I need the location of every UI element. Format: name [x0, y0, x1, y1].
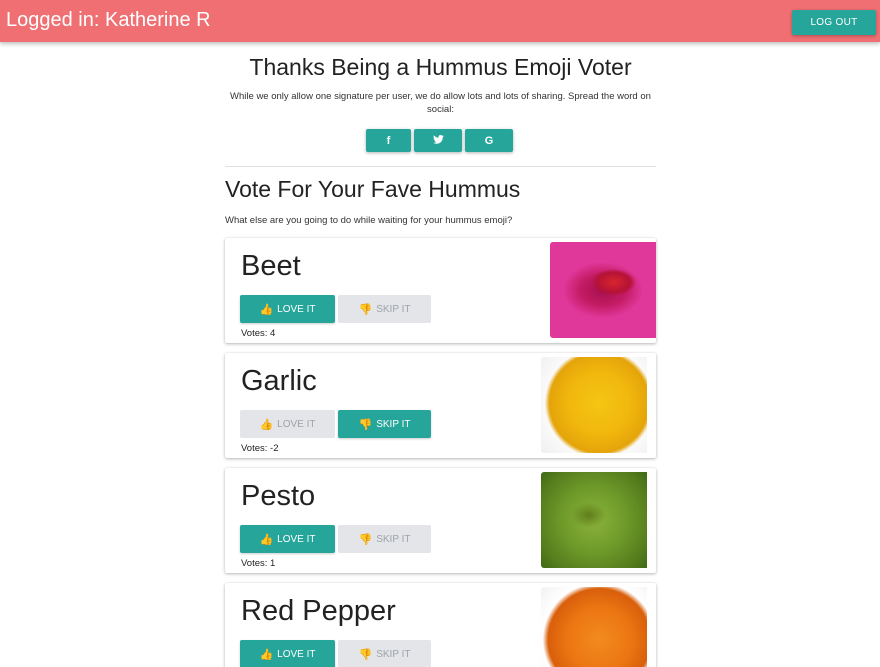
hummus-name: Garlic	[241, 365, 317, 397]
thumbs-up-icon: 👍	[259, 303, 274, 316]
hummus-name: Red Pepper	[241, 595, 396, 627]
thumbs-down-icon: 👎	[358, 648, 373, 661]
hummus-card-red-pepper: Red Pepper 👍 LOVE IT 👎 SKIP IT	[225, 583, 656, 667]
thumbs-up-icon: 👍	[259, 648, 274, 661]
vote-heading: Vote For Your Fave Hummus	[225, 176, 521, 202]
love-it-button[interactable]: 👍 LOVE IT	[240, 640, 335, 667]
hummus-card-beet: Beet 👍 LOVE IT 👎 SKIP IT Votes: 4	[225, 238, 656, 343]
hummus-name: Pesto	[241, 480, 316, 512]
hummus-card-garlic: Garlic 👍 LOVE IT 👎 SKIP IT Votes: -2	[225, 353, 656, 458]
skip-it-button[interactable]: 👎 SKIP IT	[338, 525, 431, 553]
love-it-label: LOVE IT	[277, 303, 316, 315]
love-it-label: LOVE IT	[277, 418, 316, 430]
skip-it-label: SKIP IT	[376, 303, 411, 315]
love-it-label: LOVE IT	[277, 533, 316, 545]
facebook-icon: f	[386, 134, 391, 147]
vote-count: Votes: 4	[241, 328, 276, 339]
thumbs-up-icon: 👍	[259, 418, 274, 431]
logout-button[interactable]: LOG OUT	[792, 10, 876, 35]
skip-it-button[interactable]: 👎 SKIP IT	[338, 410, 431, 438]
beet-hummus-image	[550, 242, 656, 338]
thumbs-down-icon: 👎	[358, 303, 373, 316]
garlic-hummus-image	[541, 357, 647, 453]
skip-it-button[interactable]: 👎 SKIP IT	[338, 295, 431, 323]
google-share-button[interactable]: G	[465, 129, 513, 152]
thumbs-down-icon: 👎	[358, 418, 373, 431]
thumbs-down-icon: 👎	[358, 533, 373, 546]
logged-in-status: Logged in: Katherine R	[6, 9, 211, 31]
twitter-icon	[432, 134, 444, 147]
section-divider	[225, 166, 656, 167]
twitter-share-button[interactable]	[414, 129, 462, 152]
share-buttons: f G	[366, 129, 513, 152]
vote-count: Votes: -2	[241, 443, 279, 454]
thumbs-up-icon: 👍	[259, 533, 274, 546]
top-app-bar: Logged in: Katherine R LOG OUT	[0, 0, 880, 42]
facebook-share-button[interactable]: f	[366, 129, 411, 152]
vote-count: Votes: 1	[241, 558, 276, 569]
skip-it-label: SKIP IT	[376, 648, 411, 660]
vote-subtitle: What else are you going to do while wait…	[225, 215, 513, 226]
love-it-button[interactable]: 👍 LOVE IT	[240, 525, 335, 553]
google-icon: G	[484, 134, 494, 147]
skip-it-button[interactable]: 👎 SKIP IT	[338, 640, 431, 667]
love-it-button[interactable]: 👍 LOVE IT	[240, 410, 335, 438]
pesto-hummus-image	[541, 472, 647, 568]
skip-it-label: SKIP IT	[376, 418, 411, 430]
share-description: While we only allow one signature per us…	[230, 91, 651, 115]
skip-it-label: SKIP IT	[376, 533, 411, 545]
hummus-name: Beet	[241, 250, 301, 282]
thanks-heading: Thanks Being a Hummus Emoji Voter	[249, 54, 632, 80]
red-pepper-hummus-image	[541, 587, 647, 667]
love-it-label: LOVE IT	[277, 648, 316, 660]
hummus-card-pesto: Pesto 👍 LOVE IT 👎 SKIP IT Votes: 1	[225, 468, 656, 573]
love-it-button[interactable]: 👍 LOVE IT	[240, 295, 335, 323]
